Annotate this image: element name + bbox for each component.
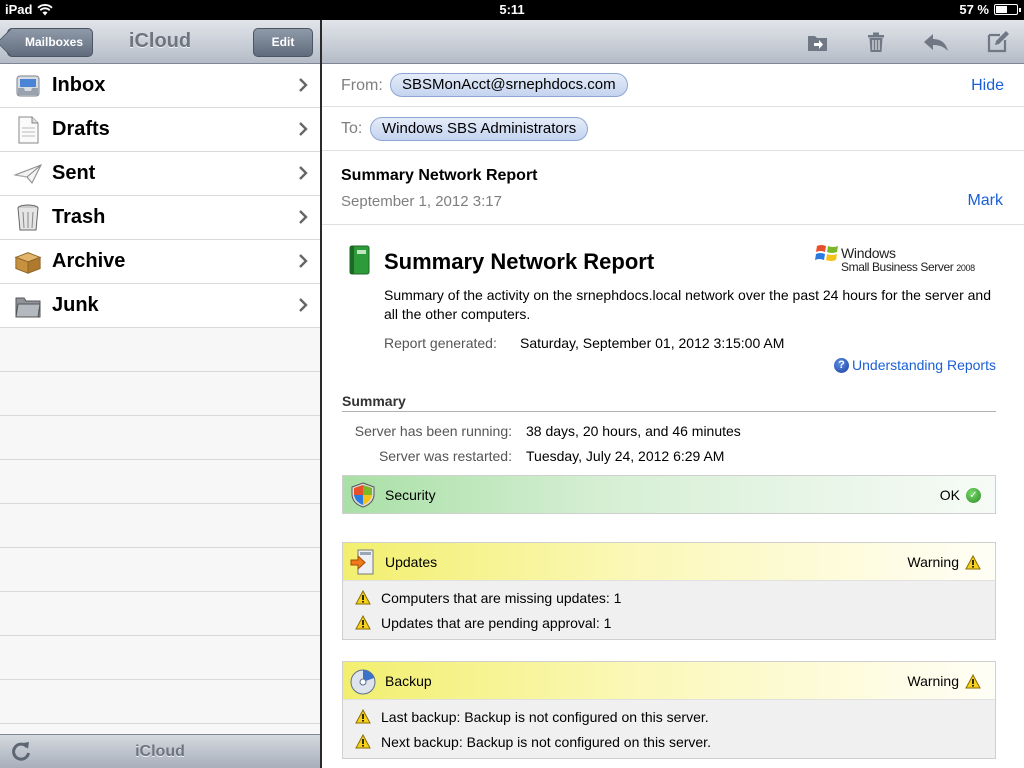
section-status: Warning	[907, 554, 981, 570]
empty-row	[0, 548, 320, 592]
section-name: Security	[385, 487, 436, 503]
help-icon: ?	[834, 357, 850, 373]
report-title: Summary Network Report	[384, 249, 655, 274]
mailbox-label: Sent	[52, 162, 96, 184]
running-value: 38 days, 20 hours, and 46 minutes	[526, 423, 741, 439]
bottom-account-title: iCloud	[135, 743, 185, 760]
trash-can-icon	[14, 204, 42, 232]
report-book-icon	[349, 245, 370, 275]
mailbox-label: Archive	[52, 250, 126, 272]
empty-row	[0, 504, 320, 548]
warning-icon	[355, 615, 371, 630]
mailbox-item-junk[interactable]: Junk	[0, 284, 320, 328]
understanding-reports-link[interactable]: ? Understanding Reports	[834, 357, 996, 373]
backup-item: Next backup: Backup is not configured on…	[355, 729, 995, 754]
mailbox-label: Trash	[52, 206, 106, 228]
chevron-right-icon	[299, 166, 308, 180]
from-address-chip[interactable]: SBSMonAcct@srnephdocs.com	[390, 73, 628, 97]
edit-button[interactable]: Edit	[253, 28, 313, 57]
empty-row	[0, 328, 320, 372]
mailbox-label: Inbox	[52, 74, 106, 96]
warning-icon	[965, 554, 981, 569]
mailbox-label: Drafts	[52, 118, 110, 140]
from-row: From: SBSMonAcct@srnephdocs.com Hide	[322, 64, 1024, 107]
empty-row	[0, 460, 320, 504]
chevron-right-icon	[299, 78, 308, 92]
mailbox-label: Junk	[52, 294, 99, 316]
warning-icon	[355, 590, 371, 605]
hide-details-link[interactable]: Hide	[971, 77, 1004, 95]
chevron-right-icon	[299, 298, 308, 312]
chevron-right-icon	[299, 210, 308, 224]
battery-percent: 57 %	[959, 2, 989, 17]
logo-sbs-text: Small Business Server 2008	[841, 260, 975, 274]
report-generated-value: Saturday, September 01, 2012 3:15:00 AM	[520, 335, 785, 351]
ok-check-icon: ✓	[966, 487, 981, 503]
mark-button[interactable]: Mark	[967, 192, 1003, 210]
security-section: Security OK ✓	[342, 475, 996, 514]
empty-row	[0, 372, 320, 416]
section-name: Backup	[385, 673, 432, 689]
restarted-value: Tuesday, July 24, 2012 6:29 AM	[526, 448, 725, 464]
mailboxes-bottom-bar: iCloud	[0, 734, 320, 768]
updates-icon	[350, 549, 374, 575]
message-toolbar	[322, 20, 1024, 64]
windows-sbs-logo: Windows Small Business Server 2008	[815, 240, 995, 276]
chevron-right-icon	[299, 122, 308, 136]
battery-icon	[994, 4, 1021, 15]
logo-windows-text: Windows	[841, 245, 896, 261]
empty-row	[0, 636, 320, 680]
to-row: To: Windows SBS Administrators	[322, 107, 1024, 151]
draft-document-icon	[14, 116, 42, 144]
section-status: OK ✓	[940, 487, 981, 503]
backup-section: Backup Warning Last backup: Backup is no…	[342, 661, 996, 759]
mailbox-item-inbox[interactable]: Inbox	[0, 64, 320, 108]
warning-icon	[355, 734, 371, 749]
status-bar: iPad 5:11 57 %	[0, 0, 1024, 20]
empty-row	[0, 592, 320, 636]
mailbox-item-sent[interactable]: Sent	[0, 152, 320, 196]
inbox-tray-icon	[14, 72, 42, 100]
warning-icon	[965, 673, 981, 688]
compose-icon[interactable]	[986, 30, 1010, 54]
subject-row	[322, 151, 1024, 225]
windows-flag-icon	[815, 245, 838, 261]
warning-icon	[355, 709, 371, 724]
empty-row	[0, 680, 320, 724]
mailbox-list: Inbox Drafts Sent Trash Archive Junk	[0, 64, 320, 734]
message-date: September 1, 2012 3:17	[341, 193, 502, 210]
section-status: Warning	[907, 673, 981, 689]
archive-box-icon	[14, 248, 42, 276]
trash-icon[interactable]	[864, 30, 888, 54]
message-subject: Summary Network Report	[341, 167, 538, 184]
to-address-chip[interactable]: Windows SBS Administrators	[370, 117, 589, 141]
report-generated-label: Report generated:	[384, 335, 497, 351]
mailbox-item-trash[interactable]: Trash	[0, 196, 320, 240]
update-item: Computers that are missing updates: 1	[355, 585, 995, 610]
paper-plane-icon	[14, 160, 42, 188]
security-shield-icon	[351, 482, 375, 508]
report-description: Summary of the activity on the srnephdoc…	[384, 287, 991, 322]
from-label: From:	[341, 77, 383, 94]
move-to-folder-icon[interactable]	[806, 30, 830, 54]
chevron-right-icon	[299, 254, 308, 268]
section-name: Updates	[385, 554, 438, 570]
summary-heading: Summary	[342, 393, 996, 412]
restarted-label: Server was restarted:	[378, 448, 512, 464]
mailboxes-navbar: Mailboxes iCloud Edit	[0, 20, 320, 64]
clock: 5:11	[499, 2, 525, 17]
empty-row	[0, 416, 320, 460]
reply-icon[interactable]	[922, 30, 950, 54]
message-pane: From: SBSMonAcct@srnephdocs.com Hide To:…	[322, 20, 1024, 768]
updates-section: Updates Warning Computers that are missi…	[342, 542, 996, 640]
junk-folder-icon	[14, 292, 42, 320]
mailboxes-pane: Mailboxes iCloud Edit Inbox Drafts Sent	[0, 20, 320, 768]
mailbox-item-archive[interactable]: Archive	[0, 240, 320, 284]
running-label: Server has been running:	[354, 423, 512, 439]
update-item: Updates that are pending approval: 1	[355, 610, 995, 635]
backup-item: Last backup: Backup is not configured on…	[355, 704, 995, 729]
backup-disk-icon	[350, 669, 376, 695]
to-label: To:	[341, 120, 363, 137]
mailbox-item-drafts[interactable]: Drafts	[0, 108, 320, 152]
